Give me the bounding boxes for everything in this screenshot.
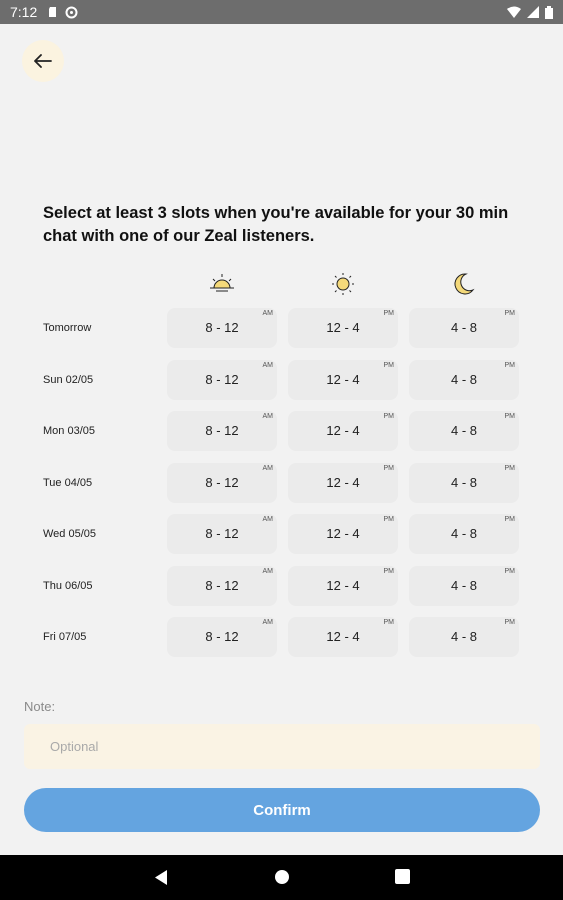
row-label-tue: Tue 04/05 (43, 477, 93, 489)
slot-range: 4 - 8 (450, 423, 477, 438)
nav-home-icon[interactable] (274, 869, 290, 885)
slot-sun-evening[interactable]: 4 - 8 PM (409, 360, 519, 400)
arrow-left-icon (34, 54, 52, 68)
slot-thu-evening[interactable]: 4 - 8 PM (409, 566, 519, 606)
slot-range: 8 - 12 (205, 320, 239, 335)
slot-ampm: AM (262, 568, 274, 575)
slot-range: 12 - 4 (326, 475, 360, 490)
slot-range: 8 - 12 (205, 423, 239, 438)
slot-ampm: PM (504, 568, 516, 575)
nav-back-icon[interactable] (153, 869, 169, 886)
slot-mon-evening[interactable]: 4 - 8 PM (409, 411, 519, 451)
slot-fri-morning[interactable]: 8 - 12 AM (167, 617, 277, 657)
slot-ampm: PM (383, 362, 395, 369)
slot-ampm: PM (383, 310, 395, 317)
slot-ampm: PM (383, 413, 395, 420)
slot-range: 4 - 8 (450, 320, 477, 335)
row-label-thu: Thu 06/05 (43, 580, 93, 592)
slot-range: 12 - 4 (326, 629, 360, 644)
slot-ampm: PM (383, 568, 395, 575)
slot-range: 12 - 4 (326, 423, 360, 438)
slot-sun-morning[interactable]: 8 - 12 AM (167, 360, 277, 400)
slot-tomorrow-morning[interactable]: 8 - 12 AM (167, 308, 277, 348)
slot-ampm: PM (504, 619, 516, 626)
slot-fri-evening[interactable]: 4 - 8 PM (409, 617, 519, 657)
slot-wed-evening[interactable]: 4 - 8 PM (409, 514, 519, 554)
confirm-button[interactable]: Confirm (24, 788, 540, 832)
sun-icon (332, 273, 354, 295)
slot-ampm: AM (262, 362, 274, 369)
slot-thu-morning[interactable]: 8 - 12 AM (167, 566, 277, 606)
slot-tue-evening[interactable]: 4 - 8 PM (409, 463, 519, 503)
slot-mon-afternoon[interactable]: 12 - 4 PM (288, 411, 398, 451)
slot-ampm: PM (504, 310, 516, 317)
slot-tue-afternoon[interactable]: 12 - 4 PM (288, 463, 398, 503)
slot-range: 12 - 4 (326, 320, 360, 335)
slot-range: 4 - 8 (450, 526, 477, 541)
wifi-icon (507, 6, 521, 18)
slot-range: 8 - 12 (205, 526, 239, 541)
slot-range: 8 - 12 (205, 475, 239, 490)
slot-range: 8 - 12 (205, 372, 239, 387)
slot-thu-afternoon[interactable]: 12 - 4 PM (288, 566, 398, 606)
slot-ampm: PM (504, 465, 516, 472)
slot-wed-morning[interactable]: 8 - 12 AM (167, 514, 277, 554)
slot-mon-morning[interactable]: 8 - 12 AM (167, 411, 277, 451)
slot-tue-morning[interactable]: 8 - 12 AM (167, 463, 277, 503)
data-saver-icon (65, 6, 78, 18)
nav-recents-icon[interactable] (395, 869, 410, 884)
note-input[interactable] (24, 724, 540, 769)
status-bar: 7:12 (0, 0, 563, 24)
sd-card-icon (49, 7, 57, 17)
slot-sun-afternoon[interactable]: 12 - 4 PM (288, 360, 398, 400)
prompt-text: Select at least 3 slots when you're avai… (43, 204, 509, 245)
back-button[interactable] (22, 40, 64, 82)
slot-fri-afternoon[interactable]: 12 - 4 PM (288, 617, 398, 657)
slot-ampm: AM (262, 310, 274, 317)
slot-ampm: AM (262, 619, 274, 626)
slot-ampm: PM (504, 413, 516, 420)
system-nav-bar (0, 855, 563, 900)
row-label-wed: Wed 05/05 (43, 528, 97, 540)
slot-range: 4 - 8 (450, 475, 477, 490)
slot-ampm: PM (504, 516, 516, 523)
slot-range: 12 - 4 (326, 578, 360, 593)
row-label-mon: Mon 03/05 (43, 425, 95, 437)
slot-ampm: PM (383, 619, 395, 626)
row-label-tomorrow: Tomorrow (43, 322, 92, 334)
battery-icon (545, 5, 553, 19)
status-time: 7:12 (10, 4, 38, 20)
slot-ampm: PM (383, 465, 395, 472)
slot-ampm: PM (383, 516, 395, 523)
note-label: Note: (24, 699, 56, 714)
slot-ampm: PM (504, 362, 516, 369)
slot-ampm: AM (262, 516, 274, 523)
slot-wed-afternoon[interactable]: 12 - 4 PM (288, 514, 398, 554)
slot-range: 4 - 8 (450, 629, 477, 644)
row-label-fri: Fri 07/05 (43, 631, 87, 643)
sunrise-icon (210, 274, 234, 292)
slot-range: 8 - 12 (205, 629, 239, 644)
slot-tomorrow-afternoon[interactable]: 12 - 4 PM (288, 308, 398, 348)
slot-range: 12 - 4 (326, 526, 360, 541)
slot-range: 8 - 12 (205, 578, 239, 593)
slot-range: 4 - 8 (450, 372, 477, 387)
row-label-sun: Sun 02/05 (43, 374, 94, 386)
moon-icon (454, 273, 475, 295)
slot-range: 4 - 8 (450, 578, 477, 593)
slot-tomorrow-evening[interactable]: 4 - 8 PM (409, 308, 519, 348)
slot-range: 12 - 4 (326, 372, 360, 387)
slot-ampm: AM (262, 465, 274, 472)
slot-ampm: AM (262, 413, 274, 420)
cell-signal-icon (527, 6, 539, 18)
